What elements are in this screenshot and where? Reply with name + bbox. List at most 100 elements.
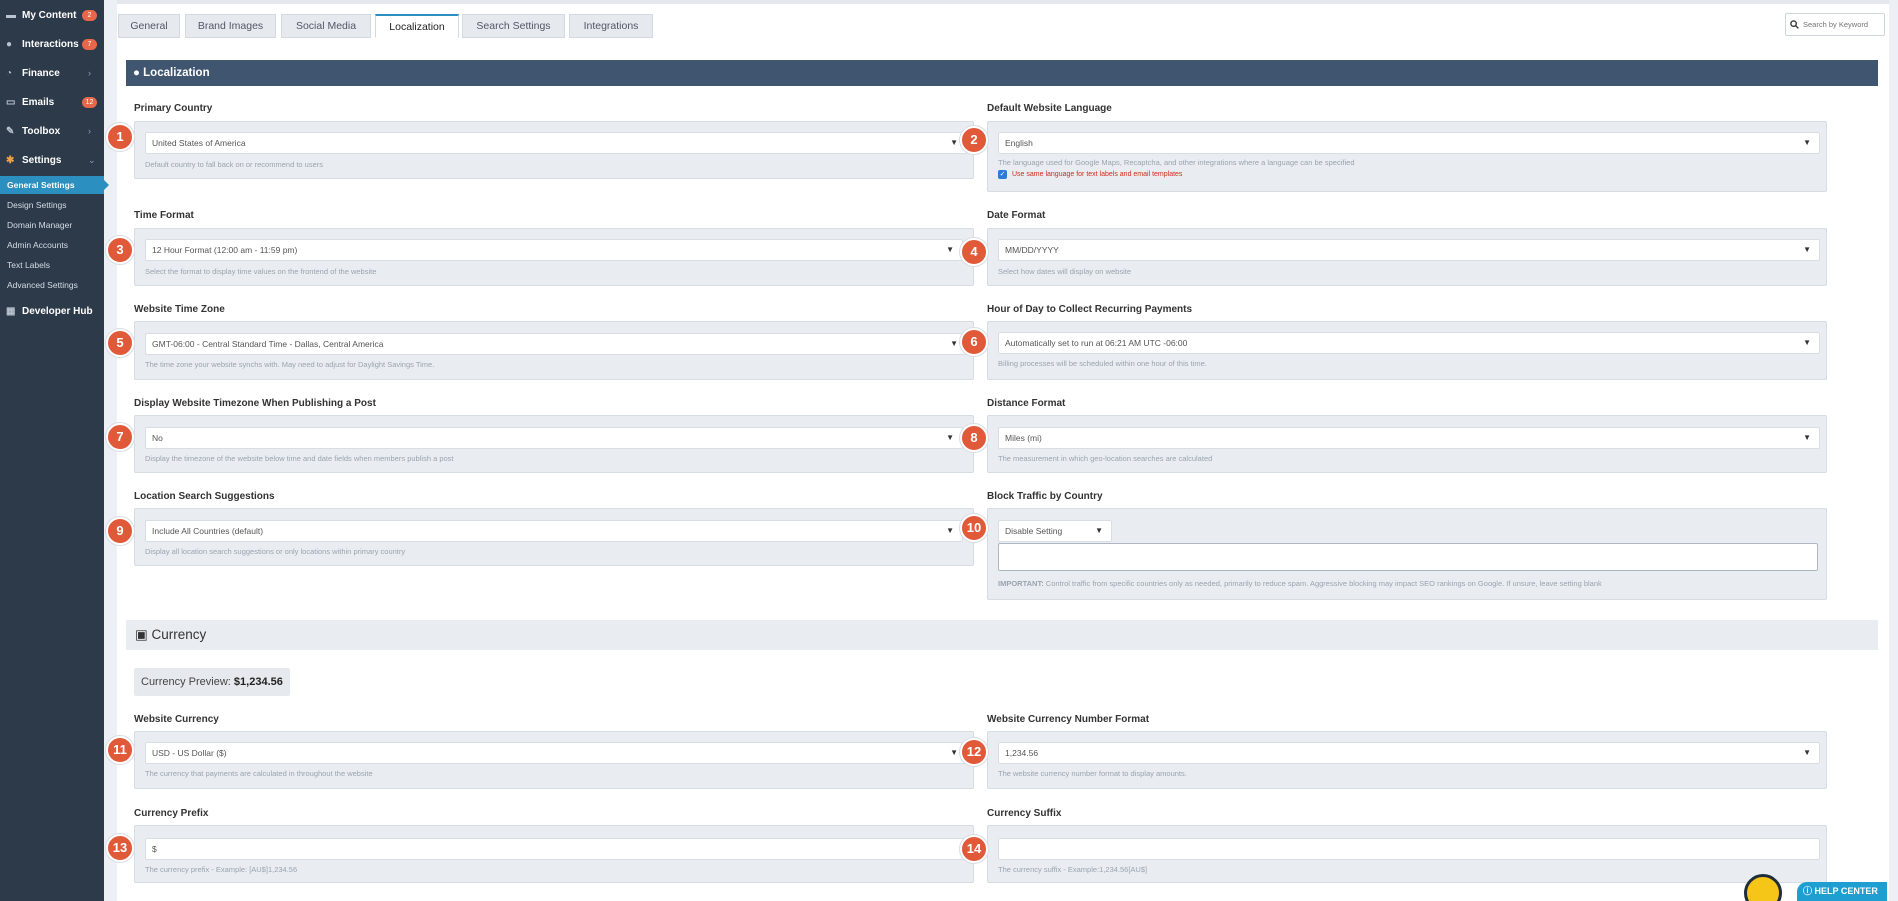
field-label: Website Time Zone <box>134 304 225 315</box>
caret-down-icon: ▼ <box>950 748 958 757</box>
recurring-hour-field: Automatically set to run at 06:21 AM UTC… <box>987 321 1827 380</box>
main-content: General Brand Images Social Media Locali… <box>106 0 1889 901</box>
field-label: Time Format <box>134 210 194 221</box>
date-format-select[interactable]: MM/DD/YYYY ▼ <box>998 239 1820 261</box>
sidebar-sub-text-labels[interactable]: Text Labels <box>0 256 104 274</box>
sidebar-sub-advanced-settings[interactable]: Advanced Settings <box>0 276 104 294</box>
same-language-checkbox[interactable]: ✓ Use same language for text labels and e… <box>998 170 1182 179</box>
field-label: Distance Format <box>987 398 1066 409</box>
block-traffic-field: Disable Setting ▼ IMPORTANT: Control traf… <box>987 508 1827 600</box>
sidebar-item-emails[interactable]: ▭ Emails 12 <box>0 90 104 114</box>
caret-down-icon: ▼ <box>1095 526 1103 535</box>
gear-icon: ✱ <box>6 154 15 166</box>
help-text: Select the format to display time values… <box>145 267 377 276</box>
selected-value: GMT-06:00 - Central Standard Time - Dall… <box>152 339 384 349</box>
sidebar-sub-general-settings[interactable]: General Settings <box>0 176 109 194</box>
sidebar-sub-domain-manager[interactable]: Domain Manager <box>0 216 104 234</box>
checkbox-label: Use same language for text labels and em… <box>1012 171 1183 178</box>
pie-chart-icon: ◔ <box>6 67 13 79</box>
website-currency-select[interactable]: USD - US Dollar ($) ▼ <box>145 742 967 764</box>
sidebar-sub-admin-accounts[interactable]: Admin Accounts <box>0 236 104 254</box>
section-title: Currency <box>151 627 207 642</box>
help-text: The currency suffix - Example:1,234.56[A… <box>998 865 1148 874</box>
keyword-search[interactable] <box>1785 13 1885 36</box>
sidebar-item-label: Interactions <box>22 38 79 50</box>
currency-prefix-input[interactable]: $ <box>145 838 967 860</box>
tab-integrations[interactable]: Integrations <box>569 14 653 38</box>
sidebar-item-label: Developer Hub <box>22 305 93 317</box>
field-label: Currency Suffix <box>987 808 1062 819</box>
sidebar-item-label: Settings <box>22 154 62 166</box>
selected-value: MM/DD/YYYY <box>1005 245 1059 255</box>
help-text: Default country to fall back on or recom… <box>145 160 324 169</box>
sidebar: ▬ My Content 2 ● Interactions 7 ◔ Finance › ▭ E… <box>0 0 109 901</box>
default-language-select[interactable]: English ▼ <box>998 132 1820 154</box>
help-text: Display the timezone of the website belo… <box>145 454 454 463</box>
marker-2: 2 <box>960 126 988 154</box>
sidebar-item-developer-hub[interactable]: ▦ Developer Hub <box>0 299 104 323</box>
time-format-field: 12 Hour Format (12:00 am - 11:59 pm) ▼ Se… <box>134 228 974 286</box>
primary-country-select[interactable]: United States of America ▼ <box>145 132 967 154</box>
caret-down-icon: ▼ <box>1803 138 1811 147</box>
number-format-select[interactable]: 1,234.56 ▼ <box>998 742 1820 764</box>
preview-value: $1,234.56 <box>233 676 283 688</box>
default-language-field: English ▼ The language used for Google Ma… <box>987 121 1827 192</box>
section-title: Localization <box>143 67 210 79</box>
help-text: The website currency number format to di… <box>998 769 1187 778</box>
field-label: Primary Country <box>134 103 213 114</box>
money-icon: ▣ <box>135 627 152 642</box>
tab-brand-images[interactable]: Brand Images <box>185 14 276 38</box>
time-zone-field: GMT-06:00 - Central Standard Time - Dall… <box>134 321 974 380</box>
block-traffic-select[interactable]: Disable Setting ▼ <box>998 520 1112 542</box>
time-format-select[interactable]: 12 Hour Format (12:00 am - 11:59 pm) ▼ <box>145 239 963 261</box>
currency-preview: Currency Preview: $1,234.56 <box>134 668 290 696</box>
sidebar-item-finance[interactable]: ◔ Finance › <box>0 61 104 85</box>
distance-format-select[interactable]: Miles (mi) ▼ <box>998 427 1820 449</box>
location-suggestions-select[interactable]: Include All Countries (default) ▼ <box>145 520 963 542</box>
display-timezone-select[interactable]: No ▼ <box>145 427 963 449</box>
tab-general[interactable]: General <box>118 14 180 38</box>
tab-social-media[interactable]: Social Media <box>281 14 371 38</box>
field-label: Date Format <box>987 210 1046 221</box>
blocked-countries-input[interactable] <box>998 543 1818 571</box>
folder-icon: ▬ <box>6 9 16 21</box>
marker-4: 4 <box>960 238 988 266</box>
currency-suffix-input[interactable] <box>998 838 1820 860</box>
search-input[interactable] <box>1803 20 1883 29</box>
selected-value: English <box>1005 138 1033 148</box>
help-text: The currency that payments are calculate… <box>145 769 373 778</box>
caret-down-icon: ▼ <box>950 138 958 147</box>
caret-down-icon: ▼ <box>1803 338 1811 347</box>
tab-search-settings[interactable]: Search Settings <box>462 14 565 38</box>
caret-down-icon: ▼ <box>950 339 958 348</box>
help-text: Display all location search suggestions … <box>145 547 406 556</box>
help-center-button[interactable]: ⓘ HELP CENTER <box>1797 882 1887 901</box>
marker-1: 1 <box>106 123 134 151</box>
localization-header: ● Localization <box>126 60 1878 86</box>
distance-format-field: Miles (mi) ▼ The measurement in which geo… <box>987 415 1827 473</box>
preview-label: Currency Preview: <box>141 676 231 688</box>
selected-value: USD - US Dollar ($) <box>152 748 227 758</box>
top-divider <box>117 0 1889 4</box>
sidebar-item-settings[interactable]: ✱ Settings ⌄ <box>0 148 104 172</box>
caret-down-icon: ▼ <box>946 245 954 254</box>
count-badge: 12 <box>82 96 97 108</box>
time-zone-select[interactable]: GMT-06:00 - Central Standard Time - Dall… <box>145 333 967 355</box>
currency-header: ▣ Currency <box>126 620 1878 650</box>
marker-3: 3 <box>106 236 134 264</box>
marker-13: 13 <box>106 834 134 862</box>
sidebar-item-toolbox[interactable]: ✎ Toolbox › <box>0 119 104 143</box>
recurring-hour-select[interactable]: Automatically set to run at 06:21 AM UTC… <box>998 332 1820 354</box>
sidebar-sub-design-settings[interactable]: Design Settings <box>0 196 104 214</box>
check-icon: ✓ <box>998 170 1007 179</box>
chevron-down-icon: ⌄ <box>88 154 96 165</box>
tab-localization[interactable]: Localization <box>375 14 459 38</box>
sidebar-item-my-content[interactable]: ▬ My Content 2 <box>0 3 104 27</box>
caret-down-icon: ▼ <box>1803 433 1811 442</box>
chevron-right-icon: › <box>88 68 91 78</box>
help-text: The language used for Google Maps, Recap… <box>998 158 1355 167</box>
help-text: The currency prefix - Example: [AU$]1,23… <box>145 865 298 874</box>
important-label: IMPORTANT: <box>998 579 1044 588</box>
sidebar-item-interactions[interactable]: ● Interactions 7 <box>0 32 104 56</box>
selected-value: Include All Countries (default) <box>152 526 264 536</box>
